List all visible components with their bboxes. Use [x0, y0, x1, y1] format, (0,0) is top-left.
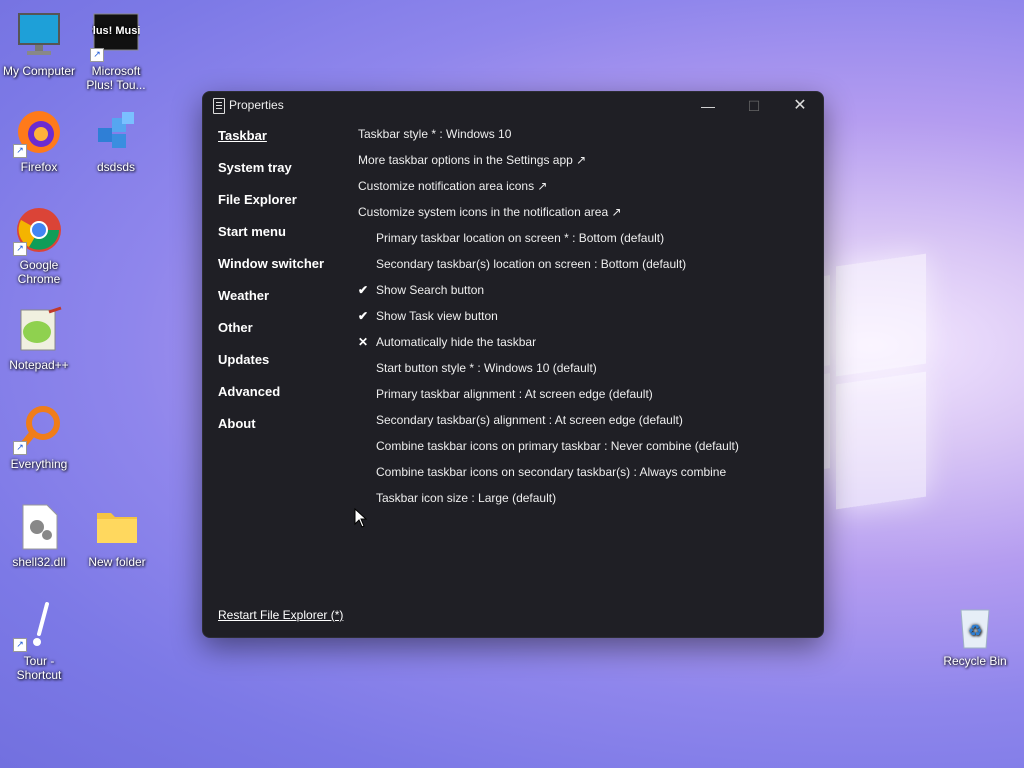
nav-item-other[interactable]: Other	[218, 320, 324, 352]
setting-label: Secondary taskbar(s) location on screen …	[376, 257, 687, 271]
nav-item-taskbar[interactable]: Taskbar	[218, 128, 324, 160]
window-title: Properties	[229, 98, 284, 112]
plus-music-icon-text: Plus! Music	[92, 25, 140, 37]
desktop-icon-label: My Computer	[2, 64, 76, 78]
desktop-icon-label: Everything	[10, 457, 68, 471]
setting-primary-taskbar-alignment[interactable]: Primary taskbar alignment : At screen ed…	[358, 386, 739, 412]
close-button[interactable]: ✕	[777, 92, 823, 122]
settings-nav: Taskbar System tray File Explorer Start …	[218, 128, 324, 448]
setting-label: Show Search button	[376, 283, 485, 297]
setting-label: Customize system icons in the notificati…	[358, 205, 622, 219]
setting-label: Start button style * : Windows 10 (defau…	[376, 361, 597, 375]
maximize-button[interactable]: ☐	[731, 92, 777, 122]
shortcut-arrow-icon: ↗	[13, 242, 27, 256]
taskbar-settings-list: Taskbar style * : Windows 10 More taskba…	[358, 126, 739, 516]
minimize-button[interactable]: —	[685, 92, 731, 122]
checkmark-icon: ✔	[358, 309, 369, 323]
setting-taskbar-icon-size[interactable]: Taskbar icon size : Large (default)	[358, 490, 739, 516]
setting-label: Primary taskbar location on screen * : B…	[376, 231, 665, 245]
setting-customize-notification-icons-link[interactable]: Customize notification area icons ↗	[358, 178, 739, 204]
desktop-icon-dsdsds[interactable]: dsdsds	[78, 108, 154, 174]
nav-item-updates[interactable]: Updates	[218, 352, 324, 384]
svg-text:♻: ♻	[968, 621, 982, 640]
registry-icon	[92, 108, 140, 156]
nav-item-system-tray[interactable]: System tray	[218, 160, 324, 192]
desktop-icon-label: Firefox	[20, 160, 58, 174]
properties-window: Properties — ☐ ✕ Taskbar System tray Fil…	[202, 91, 824, 638]
restart-file-explorer-link[interactable]: Restart File Explorer (*)	[218, 608, 343, 622]
nav-item-start-menu[interactable]: Start menu	[218, 224, 324, 256]
setting-auto-hide-taskbar[interactable]: ✕ Automatically hide the taskbar	[358, 334, 739, 360]
firefox-icon: ↗	[13, 108, 63, 158]
app-icon	[213, 98, 225, 114]
setting-label: Combine taskbar icons on primary taskbar…	[376, 439, 739, 453]
setting-secondary-taskbar-location[interactable]: Secondary taskbar(s) location on screen …	[358, 256, 739, 282]
desktop-icon-label: Microsoft Plus! Tou...	[86, 64, 146, 92]
setting-combine-secondary-icons[interactable]: Combine taskbar icons on secondary taskb…	[358, 464, 739, 490]
chrome-icon: ↗	[13, 206, 63, 256]
checkmark-icon: ✔	[358, 283, 369, 297]
desktop-icon-label: shell32.dll	[12, 555, 66, 569]
recycle-bin-icon: ♻	[951, 602, 999, 650]
nav-item-weather[interactable]: Weather	[218, 288, 324, 320]
setting-more-taskbar-options-link[interactable]: More taskbar options in the Settings app…	[358, 152, 739, 178]
tour-icon: ↗	[13, 602, 63, 652]
setting-label: More taskbar options in the Settings app…	[358, 153, 587, 167]
notepadpp-icon	[15, 306, 63, 354]
setting-show-task-view-button[interactable]: ✔ Show Task view button	[358, 308, 739, 334]
setting-start-button-style[interactable]: Start button style * : Windows 10 (defau…	[358, 360, 739, 386]
desktop-icon-my-computer[interactable]: My Computer	[1, 12, 77, 78]
monitor-icon	[15, 12, 63, 60]
desktop-icon-label: Tour - Shortcut	[16, 654, 62, 682]
setting-label: Secondary taskbar(s) alignment : At scre…	[376, 413, 683, 427]
setting-label: Customize notification area icons ↗	[358, 179, 548, 193]
search-magnifier-icon: ↗	[13, 405, 63, 455]
desktop-icon-label: New folder	[88, 555, 146, 569]
setting-label: Combine taskbar icons on secondary taskb…	[376, 465, 727, 479]
setting-secondary-taskbar-alignment[interactable]: Secondary taskbar(s) alignment : At scre…	[358, 412, 739, 438]
folder-icon	[93, 503, 141, 551]
setting-customize-system-icons-link[interactable]: Customize system icons in the notificati…	[358, 204, 739, 230]
nav-item-about[interactable]: About	[218, 416, 324, 448]
nav-item-window-switcher[interactable]: Window switcher	[218, 256, 324, 288]
desktop-icon-plus-music[interactable]: Plus! Music ↗ Microsoft Plus! Tou...	[78, 12, 154, 92]
desktop-icon-label: Recycle Bin	[943, 654, 1007, 668]
plus-music-icon: Plus! Music ↗	[85, 12, 147, 62]
shortcut-arrow-icon: ↗	[13, 144, 27, 158]
setting-label: Automatically hide the taskbar	[376, 335, 537, 349]
title-bar[interactable]: Properties — ☐ ✕	[203, 92, 823, 122]
desktop-icon-chrome[interactable]: ↗ Google Chrome	[1, 206, 77, 286]
desktop-icon-label: Notepad++	[9, 358, 69, 372]
desktop-icon-label: dsdsds	[96, 160, 136, 174]
desktop-icon-everything[interactable]: ↗ Everything	[1, 405, 77, 471]
cross-icon: ✕	[358, 335, 369, 349]
desktop-icon-new-folder[interactable]: New folder	[79, 503, 155, 569]
setting-label: Show Task view button	[376, 309, 498, 323]
desktop-icon-shell32[interactable]: shell32.dll	[1, 503, 77, 569]
desktop-icon-label: Google Chrome	[17, 258, 61, 286]
desktop-icon-firefox[interactable]: ↗ Firefox	[1, 108, 77, 174]
setting-primary-taskbar-location[interactable]: Primary taskbar location on screen * : B…	[358, 230, 739, 256]
nav-item-advanced[interactable]: Advanced	[218, 384, 324, 416]
setting-combine-primary-icons[interactable]: Combine taskbar icons on primary taskbar…	[358, 438, 739, 464]
setting-label: Primary taskbar alignment : At screen ed…	[376, 387, 653, 401]
setting-show-search-button[interactable]: ✔ Show Search button	[358, 282, 739, 308]
shortcut-arrow-icon: ↗	[13, 441, 27, 455]
dll-file-icon	[15, 503, 63, 551]
setting-label: Taskbar icon size : Large (default)	[376, 491, 557, 505]
setting-taskbar-style[interactable]: Taskbar style * : Windows 10	[358, 126, 739, 152]
setting-label: Taskbar style * : Windows 10	[358, 127, 512, 141]
shortcut-arrow-icon: ↗	[90, 48, 104, 62]
nav-item-file-explorer[interactable]: File Explorer	[218, 192, 324, 224]
desktop-icon-recycle-bin[interactable]: ♻ Recycle Bin	[937, 602, 1013, 668]
desktop-icon-notepadpp[interactable]: Notepad++	[1, 306, 77, 372]
shortcut-arrow-icon: ↗	[13, 638, 27, 652]
desktop-icon-tour[interactable]: ↗ Tour - Shortcut	[1, 602, 77, 682]
mouse-cursor-icon	[354, 507, 368, 533]
